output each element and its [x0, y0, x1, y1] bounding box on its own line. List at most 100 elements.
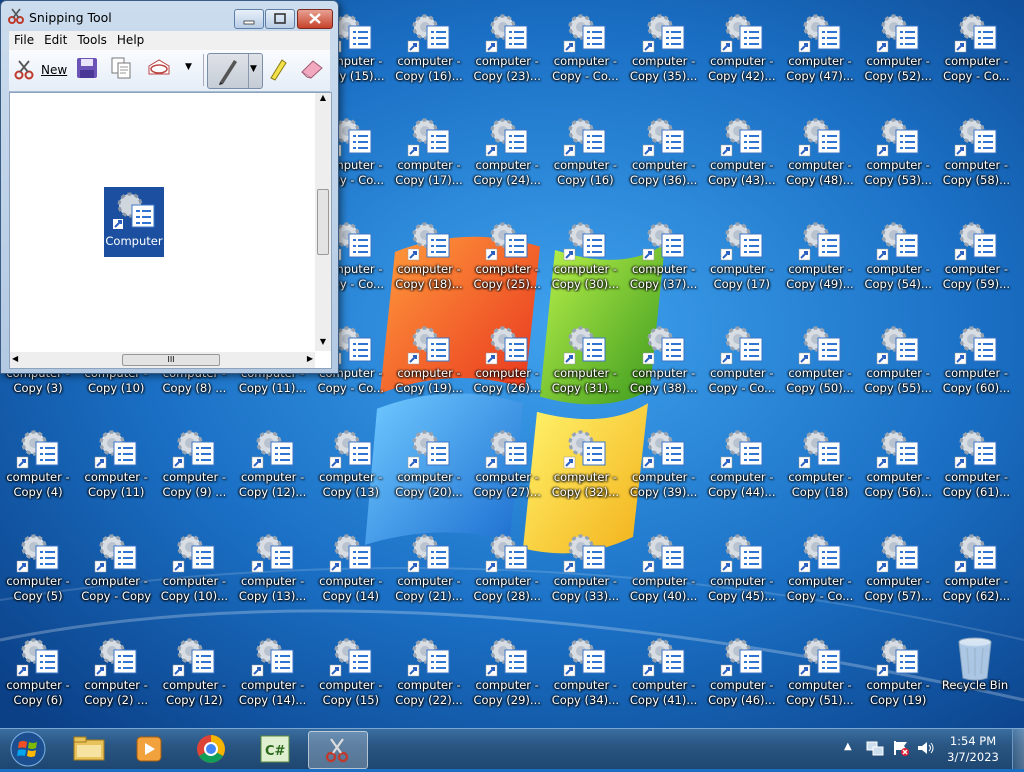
desktop-shortcut-icon[interactable]: computer - Copy (17)... — [392, 108, 466, 208]
desktop-shortcut-icon[interactable]: computer - Copy (37)... — [627, 212, 701, 312]
desktop-shortcut-icon[interactable]: computer - Copy - Co... — [548, 4, 622, 104]
desktop-shortcut-icon[interactable]: computer - Copy (13)... — [236, 524, 310, 624]
desktop-shortcut-icon[interactable]: computer - Copy (48)... — [783, 108, 857, 208]
chrome-button[interactable] — [182, 731, 240, 767]
desktop-shortcut-icon[interactable]: computer - Copy (44)... — [705, 420, 779, 520]
desktop-shortcut-icon[interactable]: computer - Copy (46)... — [705, 628, 779, 728]
desktop-shortcut-icon[interactable]: computer - Copy (30)... — [548, 212, 622, 312]
desktop-shortcut-icon[interactable]: computer - Copy (15) — [314, 628, 388, 728]
desktop-shortcut-icon[interactable]: computer - Copy (9) ... — [157, 420, 231, 520]
new-snip-button[interactable]: New — [11, 56, 67, 84]
desktop-shortcut-icon[interactable]: computer - Copy (14) — [314, 524, 388, 624]
maximize-button[interactable] — [265, 9, 295, 29]
desktop-shortcut-icon[interactable]: computer - Copy (5) — [1, 524, 75, 624]
eraser-icon[interactable] — [299, 56, 325, 84]
show-hidden-icons-button[interactable]: ▲ — [844, 741, 852, 752]
recycle-bin-icon[interactable]: Recycle Bin — [938, 628, 1012, 728]
desktop-shortcut-icon[interactable]: computer - Copy (26)... — [470, 316, 544, 416]
clock[interactable]: 1:54 PM 3/7/2023 — [940, 733, 1006, 765]
desktop-shortcut-icon[interactable]: computer - Copy (39)... — [627, 420, 701, 520]
desktop-shortcut-icon[interactable]: computer - Copy (31)... — [548, 316, 622, 416]
desktop-shortcut-icon[interactable]: computer - Copy - Co... — [783, 524, 857, 624]
highlighter-icon[interactable] — [267, 56, 291, 84]
desktop-shortcut-icon[interactable]: computer - Copy (4) — [1, 420, 75, 520]
desktop-shortcut-icon[interactable]: computer - Copy (18)... — [392, 212, 466, 312]
desktop-shortcut-icon[interactable]: computer - Copy (61)... — [939, 420, 1013, 520]
volume-icon[interactable] — [916, 739, 934, 760]
desktop-shortcut-icon[interactable]: computer - Copy (10)... — [157, 524, 231, 624]
desktop-shortcut-icon[interactable]: computer - Copy (24)... — [470, 108, 544, 208]
desktop-shortcut-icon[interactable]: computer - Copy - Co... — [705, 316, 779, 416]
desktop-shortcut-icon[interactable]: computer - Copy (53)... — [861, 108, 935, 208]
desktop-shortcut-icon[interactable]: computer - Copy (62)... — [939, 524, 1013, 624]
start-button[interactable] — [2, 731, 56, 767]
desktop-shortcut-icon[interactable]: computer - Copy (2) ... — [79, 628, 153, 728]
desktop-shortcut-icon[interactable]: computer - Copy (40)... — [627, 524, 701, 624]
desktop-shortcut-icon[interactable]: computer - Copy (58)... — [939, 108, 1013, 208]
desktop-shortcut-icon[interactable]: computer - Copy (20)... — [392, 420, 466, 520]
desktop-shortcut-icon[interactable]: computer - Copy (6) — [1, 628, 75, 728]
snipping-tool-window[interactable]: Snipping Tool FileEditToolsHelp New ▼ — [0, 0, 339, 374]
desktop-shortcut-icon[interactable]: computer - Copy - Copy — [79, 524, 153, 624]
desktop-shortcut-icon[interactable]: computer - Copy (21)... — [392, 524, 466, 624]
desktop-shortcut-icon[interactable]: computer - Copy (59)... — [939, 212, 1013, 312]
desktop-shortcut-icon[interactable]: computer - Copy (41)... — [627, 628, 701, 728]
desktop-shortcut-icon[interactable]: computer - Copy (19)... — [392, 316, 466, 416]
desktop-shortcut-icon[interactable]: computer - Copy (50)... — [783, 316, 857, 416]
vertical-scrollbar[interactable]: ▲ ▼ — [315, 93, 331, 351]
file-explorer-button[interactable] — [60, 731, 118, 767]
desktop-shortcut-icon[interactable]: computer - Copy (32)... — [548, 420, 622, 520]
desktop-shortcut-icon[interactable]: computer - Copy (33)... — [548, 524, 622, 624]
desktop-shortcut-icon[interactable]: computer - Copy (34)... — [548, 628, 622, 728]
desktop-shortcut-icon[interactable]: computer - Copy (38)... — [627, 316, 701, 416]
menu-file[interactable]: File — [9, 31, 39, 47]
desktop-shortcut-icon[interactable]: computer - Copy (16)... — [392, 4, 466, 104]
desktop-shortcut-icon[interactable]: computer - Copy (35)... — [627, 4, 701, 104]
snip-canvas[interactable]: Computer ▲ ▼ ◀ III ▶ — [9, 92, 332, 369]
desktop-shortcut-icon[interactable]: computer - Copy (25)... — [470, 212, 544, 312]
desktop-shortcut-icon[interactable]: computer - Copy (55)... — [861, 316, 935, 416]
media-player-button[interactable] — [120, 731, 178, 767]
desktop-shortcut-icon[interactable]: computer - Copy (60)... — [939, 316, 1013, 416]
desktop-shortcut-icon[interactable]: computer - Copy (16) — [548, 108, 622, 208]
action-center-icon[interactable] — [892, 739, 910, 760]
desktop-shortcut-icon[interactable]: computer - Copy (12)... — [236, 420, 310, 520]
desktop-shortcut-icon[interactable]: computer - Copy (14)... — [236, 628, 310, 728]
desktop-shortcut-icon[interactable]: computer - Copy (17) — [705, 212, 779, 312]
minimize-button[interactable] — [234, 9, 264, 29]
desktop-shortcut-icon[interactable]: computer - Copy (18) — [783, 420, 857, 520]
send-snip-icon[interactable]: ▼ — [145, 56, 195, 84]
network-icon[interactable] — [866, 739, 884, 760]
snipping-tool-taskbar-button[interactable] — [308, 731, 368, 769]
desktop-shortcut-icon[interactable]: computer - Copy (56)... — [861, 420, 935, 520]
desktop-shortcut-icon[interactable]: computer - Copy (49)... — [783, 212, 857, 312]
desktop-shortcut-icon[interactable]: computer - Copy (57)... — [861, 524, 935, 624]
csharp-app-button[interactable]: C# — [246, 731, 304, 767]
desktop-shortcut-icon[interactable]: computer - Copy (13) — [314, 420, 388, 520]
show-desktop-button[interactable] — [1012, 729, 1024, 769]
desktop-shortcut-icon[interactable]: computer - Copy (22)... — [392, 628, 466, 728]
close-button[interactable] — [297, 9, 333, 29]
desktop-shortcut-icon[interactable]: computer - Copy (36)... — [627, 108, 701, 208]
save-icon[interactable] — [75, 56, 101, 84]
desktop-shortcut-icon[interactable]: computer - Copy (19) — [861, 628, 935, 728]
title-bar[interactable]: Snipping Tool — [1, 1, 338, 31]
desktop-shortcut-icon[interactable]: computer - Copy (28)... — [470, 524, 544, 624]
desktop-shortcut-icon[interactable]: computer - Copy (42)... — [705, 4, 779, 104]
desktop-shortcut-icon[interactable]: computer - Copy - Co... — [939, 4, 1013, 104]
menu-tools[interactable]: Tools — [72, 31, 112, 47]
pen-tool-button[interactable]: ▼ — [207, 53, 263, 89]
desktop-shortcut-icon[interactable]: computer - Copy (43)... — [705, 108, 779, 208]
desktop-shortcut-icon[interactable]: computer - Copy (11) — [79, 420, 153, 520]
desktop-shortcut-icon[interactable]: computer - Copy (12) — [157, 628, 231, 728]
copy-icon[interactable] — [109, 56, 135, 84]
menu-edit[interactable]: Edit — [39, 31, 72, 47]
desktop-shortcut-icon[interactable]: computer - Copy (51)... — [783, 628, 857, 728]
menu-help[interactable]: Help — [112, 31, 149, 47]
desktop-shortcut-icon[interactable]: computer - Copy (29)... — [470, 628, 544, 728]
desktop-shortcut-icon[interactable]: computer - Copy (23)... — [470, 4, 544, 104]
desktop-shortcut-icon[interactable]: computer - Copy (54)... — [861, 212, 935, 312]
desktop-shortcut-icon[interactable]: computer - Copy (45)... — [705, 524, 779, 624]
desktop-shortcut-icon[interactable]: computer - Copy (47)... — [783, 4, 857, 104]
desktop-shortcut-icon[interactable]: computer - Copy (27)... — [470, 420, 544, 520]
